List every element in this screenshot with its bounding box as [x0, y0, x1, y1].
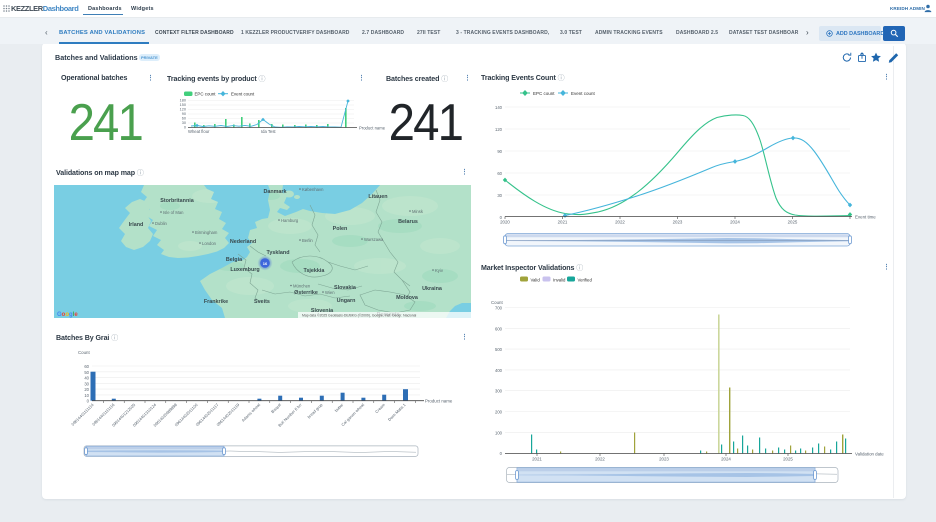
svg-text:Litauen: Litauen — [368, 194, 387, 200]
svg-text:Map data ©2025 GeoBasis-DE/BKG: Map data ©2025 GeoBasis-DE/BKG (©2009), … — [302, 314, 417, 318]
svg-text:Slovakia: Slovakia — [334, 285, 357, 291]
svg-text:300: 300 — [495, 389, 503, 394]
svg-text:Nederland: Nederland — [230, 239, 256, 245]
svg-text:Tyskland: Tyskland — [267, 250, 290, 256]
svg-text:500: 500 — [495, 347, 503, 352]
svg-text:600: 600 — [495, 326, 503, 331]
svg-text:Dublin: Dublin — [155, 221, 168, 226]
svg-text:140: 140 — [495, 105, 503, 110]
svg-text:Event time: Event time — [855, 215, 876, 220]
svg-text:Validation date: Validation date — [855, 452, 884, 457]
svg-text:2021: 2021 — [558, 220, 568, 225]
svg-text:Luxemburg: Luxemburg — [230, 267, 259, 273]
svg-text:60: 60 — [84, 364, 89, 369]
svg-text:0: 0 — [500, 451, 503, 456]
svg-text:60: 60 — [497, 171, 502, 176]
svg-text:90: 90 — [497, 149, 502, 154]
svg-text:2023: 2023 — [659, 457, 669, 462]
svg-text:Wheat flour: Wheat flour — [188, 129, 210, 134]
svg-text:Berlin: Berlin — [302, 238, 313, 243]
svg-text:Adams wheat: Adams wheat — [240, 402, 261, 423]
svg-text:bread grup: bread grup — [306, 402, 324, 420]
svg-text:400: 400 — [495, 368, 503, 373]
svg-text:Belgia: Belgia — [226, 257, 243, 263]
svg-text:2025: 2025 — [783, 457, 793, 462]
svg-text:Event count: Event count — [231, 92, 255, 97]
svg-text:Verified: Verified — [578, 278, 593, 283]
svg-text:150: 150 — [180, 103, 186, 107]
svg-text:0: 0 — [184, 126, 186, 130]
svg-text:butter: butter — [334, 402, 345, 413]
svg-text:Wien: Wien — [325, 290, 335, 295]
svg-text:2021: 2021 — [532, 457, 542, 462]
svg-text:50: 50 — [84, 370, 89, 375]
svg-text:90: 90 — [182, 112, 186, 116]
svg-text:100: 100 — [495, 430, 503, 435]
svg-text:2023: 2023 — [673, 220, 683, 225]
svg-text:20: 20 — [84, 387, 89, 392]
svg-text:London: London — [202, 241, 217, 246]
svg-text:Storbritannia: Storbritannia — [160, 198, 195, 204]
svg-text:EPC count: EPC count — [195, 92, 217, 97]
svg-text:120: 120 — [495, 127, 503, 132]
svg-text:10: 10 — [84, 393, 89, 398]
svg-text:2022: 2022 — [595, 457, 605, 462]
svg-text:Warszawa: Warszawa — [364, 237, 384, 242]
svg-text:120: 120 — [180, 108, 186, 112]
svg-text:40: 40 — [84, 376, 89, 381]
svg-text:Ida Test: Ida Test — [261, 129, 276, 134]
svg-text:Ungarn: Ungarn — [337, 298, 356, 304]
svg-text:2024: 2024 — [721, 457, 731, 462]
svg-text:Product name: Product name — [425, 399, 453, 404]
svg-text:Ukraina: Ukraina — [422, 286, 443, 292]
svg-text:Sveits: Sveits — [254, 299, 270, 305]
svg-text:180: 180 — [180, 99, 186, 103]
svg-text:Tsjekkia: Tsjekkia — [304, 268, 326, 274]
svg-text:30: 30 — [497, 193, 502, 198]
svg-text:30: 30 — [84, 381, 89, 386]
svg-text:Bisquit: Bisquit — [270, 402, 283, 415]
svg-text:700: 700 — [495, 306, 503, 311]
svg-text:Cream: Cream — [374, 402, 386, 414]
svg-text:Birmingham: Birmingham — [195, 230, 218, 235]
svg-text:EPC count: EPC count — [533, 91, 555, 96]
svg-text:Polen: Polen — [333, 226, 348, 232]
svg-text:16: 16 — [263, 261, 268, 266]
svg-text:Google: Google — [57, 312, 78, 318]
svg-text:Invalid: Invalid — [553, 278, 566, 283]
svg-text:Count: Count — [78, 350, 90, 355]
svg-text:2022: 2022 — [615, 220, 625, 225]
svg-text:Minsk: Minsk — [412, 209, 424, 214]
svg-text:60: 60 — [182, 117, 186, 121]
svg-text:München: München — [293, 284, 311, 289]
svg-text:Belarus: Belarus — [398, 219, 418, 225]
svg-text:Moldova: Moldova — [396, 295, 419, 301]
svg-text:København: København — [302, 187, 324, 192]
svg-text:Cal garum wheat: Cal garum wheat — [340, 402, 366, 428]
svg-text:Frankrike: Frankrike — [204, 299, 228, 305]
svg-text:2020: 2020 — [500, 220, 510, 225]
svg-text:Hamburg: Hamburg — [281, 218, 299, 223]
svg-text:Østerrike: Østerrike — [294, 290, 318, 296]
svg-text:Event count: Event count — [571, 91, 596, 96]
svg-text:30: 30 — [182, 121, 186, 125]
svg-text:Dwm Matis 1: Dwm Matis 1 — [387, 402, 407, 422]
svg-text:Kyiv: Kyiv — [435, 268, 444, 273]
svg-text:Isle of Man: Isle of Man — [163, 210, 184, 215]
svg-text:Valid: Valid — [531, 278, 541, 283]
svg-text:200: 200 — [495, 410, 503, 415]
svg-text:Danmark: Danmark — [263, 189, 286, 195]
svg-text:Irland: Irland — [129, 222, 144, 228]
svg-text:Count: Count — [491, 300, 503, 305]
svg-text:2024: 2024 — [730, 220, 740, 225]
svg-text:2025: 2025 — [788, 220, 798, 225]
